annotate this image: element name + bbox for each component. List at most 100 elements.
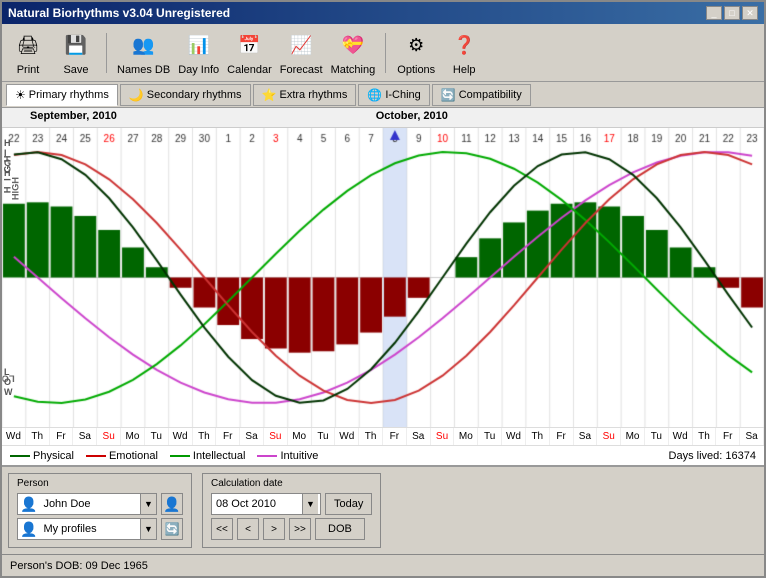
title-bar: Natural Biorhythms v3.04 Unregistered _ …	[2, 2, 764, 24]
intuitive-line	[257, 455, 277, 457]
matching-icon: 💝	[337, 30, 369, 62]
compatibility-tab-label: Compatibility	[459, 89, 522, 101]
calc-date-input[interactable]: ▼	[211, 493, 321, 515]
profiles-value: My profiles	[39, 523, 140, 535]
september-label: September, 2010	[22, 108, 125, 124]
toolbar-sep-1	[106, 33, 107, 73]
legend: Physical Emotional Intellectual Intuitiv…	[2, 445, 764, 465]
tab-iching[interactable]: 🌐 I-Ching	[358, 84, 429, 106]
emotional-line	[86, 455, 106, 457]
profiles-refresh-button[interactable]: 🔄	[161, 518, 183, 540]
today-button[interactable]: Today	[325, 493, 372, 515]
person-edit-button[interactable]: 👤	[161, 493, 183, 515]
calc-panel-title: Calculation date	[211, 478, 372, 489]
calendar-button[interactable]: 📅 Calendar	[227, 30, 272, 76]
forecast-icon: 📈	[285, 30, 317, 62]
chart-area: September, 2010 October, 2010 Generated …	[2, 108, 764, 465]
nav-next-button[interactable]: >	[263, 518, 285, 540]
profiles-dropdown-arrow[interactable]: ▼	[140, 519, 156, 539]
main-window: Natural Biorhythms v3.04 Unregistered _ …	[0, 0, 766, 578]
save-button[interactable]: 💾 Save	[56, 30, 96, 76]
minimize-button[interactable]: _	[706, 6, 722, 20]
physical-line	[10, 455, 30, 457]
nav-prev-button[interactable]: <	[237, 518, 259, 540]
calc-date-dropdown[interactable]: ▼	[302, 494, 318, 514]
extra-tab-icon: ⭐	[262, 88, 277, 102]
save-icon: 💾	[60, 30, 92, 62]
help-label: Help	[453, 64, 476, 76]
days-lived: Days lived: 16374	[669, 450, 756, 462]
legend-items: Physical Emotional Intellectual Intuitiv…	[10, 450, 318, 462]
status-bar: Person's DOB: 09 Dec 1965	[2, 554, 764, 576]
matching-label: Matching	[331, 64, 376, 76]
legend-intuitive: Intuitive	[257, 450, 318, 462]
window-controls: _ □ ✕	[706, 6, 758, 20]
names-db-label: Names DB	[117, 64, 170, 76]
dob-button[interactable]: DOB	[315, 518, 365, 540]
options-button[interactable]: ⚙ Options	[396, 30, 436, 76]
intellectual-label: Intellectual	[193, 450, 246, 462]
maximize-button[interactable]: □	[724, 6, 740, 20]
high-label: HIGH	[4, 138, 13, 178]
biorhythm-canvas	[2, 128, 764, 427]
help-button[interactable]: ❓ Help	[444, 30, 484, 76]
tabs-row: ☀ Primary rhythms 🌙 Secondary rhythms ⭐ …	[2, 82, 764, 108]
print-button[interactable]: 🖨 Print	[8, 30, 48, 76]
nav-last-button[interactable]: >>	[289, 518, 311, 540]
legend-physical: Physical	[10, 450, 74, 462]
compatibility-tab-icon: 🔄	[441, 88, 456, 102]
save-label: Save	[63, 64, 88, 76]
calc-date-row: ▼ Today	[211, 493, 372, 515]
calendar-label: Calendar	[227, 64, 272, 76]
person-name-input[interactable]: 👤 John Doe ▼	[17, 493, 157, 515]
day-info-icon: 📊	[183, 30, 215, 62]
chart-canvas: Generated by JS below H I G H HIGH LOW H…	[2, 128, 764, 427]
physical-label: Physical	[33, 450, 74, 462]
calc-date-field[interactable]	[212, 494, 302, 514]
toolbar: 🖨 Print 💾 Save 👥 Names DB 📊 Day Info 📅 C…	[2, 24, 764, 82]
toolbar-sep-2	[385, 33, 386, 73]
close-button[interactable]: ✕	[742, 6, 758, 20]
matching-button[interactable]: 💝 Matching	[331, 30, 376, 76]
primary-tab-icon: ☀	[15, 88, 26, 102]
options-icon: ⚙	[400, 30, 432, 62]
calendar-icon: 📅	[233, 30, 265, 62]
emotional-label: Emotional	[109, 450, 158, 462]
low-label: LOW	[4, 367, 15, 397]
options-label: Options	[397, 64, 435, 76]
status-text: Person's DOB: 09 Dec 1965	[10, 560, 148, 572]
tab-secondary[interactable]: 🌙 Secondary rhythms	[120, 84, 251, 106]
person-panel-title: Person	[17, 478, 183, 489]
window-title: Natural Biorhythms v3.04 Unregistered	[8, 6, 230, 20]
tab-extra[interactable]: ⭐ Extra rhythms	[253, 84, 357, 106]
primary-tab-label: Primary rhythms	[29, 89, 109, 101]
legend-intellectual: Intellectual	[170, 450, 246, 462]
day-info-label: Day Info	[178, 64, 219, 76]
intellectual-line	[170, 455, 190, 457]
print-label: Print	[17, 64, 40, 76]
person-panel: Person 👤 John Doe ▼ 👤 👤 My profiles ▼ 🔄	[8, 473, 192, 548]
tab-compatibility[interactable]: 🔄 Compatibility	[432, 84, 531, 106]
iching-tab-label: I-Ching	[385, 89, 420, 101]
calc-nav-row: << < > >> DOB	[211, 518, 372, 540]
profiles-input[interactable]: 👤 My profiles ▼	[17, 518, 157, 540]
day-info-button[interactable]: 📊 Day Info	[178, 30, 219, 76]
forecast-button[interactable]: 📈 Forecast	[280, 30, 323, 76]
legend-emotional: Emotional	[86, 450, 158, 462]
secondary-tab-icon: 🌙	[129, 88, 144, 102]
names-db-button[interactable]: 👥 Names DB	[117, 30, 170, 76]
month-headers: September, 2010 October, 2010	[2, 108, 764, 128]
names-db-icon: 👥	[128, 30, 160, 62]
person-name-value: John Doe	[39, 498, 140, 510]
bottom-panel: Person 👤 John Doe ▼ 👤 👤 My profiles ▼ 🔄	[2, 465, 764, 554]
person-row: 👤 John Doe ▼ 👤	[17, 493, 183, 515]
person-avatar-icon: 👤	[18, 496, 39, 513]
intuitive-label: Intuitive	[280, 450, 318, 462]
day-row: WdThFrSaSuMoTuWdThFrSaSuMoTuWdThFrSaSuMo…	[2, 427, 764, 445]
forecast-label: Forecast	[280, 64, 323, 76]
person-dropdown-arrow[interactable]: ▼	[140, 494, 156, 514]
secondary-tab-label: Secondary rhythms	[147, 89, 242, 101]
tab-primary[interactable]: ☀ Primary rhythms	[6, 84, 118, 106]
nav-first-button[interactable]: <<	[211, 518, 233, 540]
calc-panel: Calculation date ▼ Today << < > >> DOB	[202, 473, 381, 548]
